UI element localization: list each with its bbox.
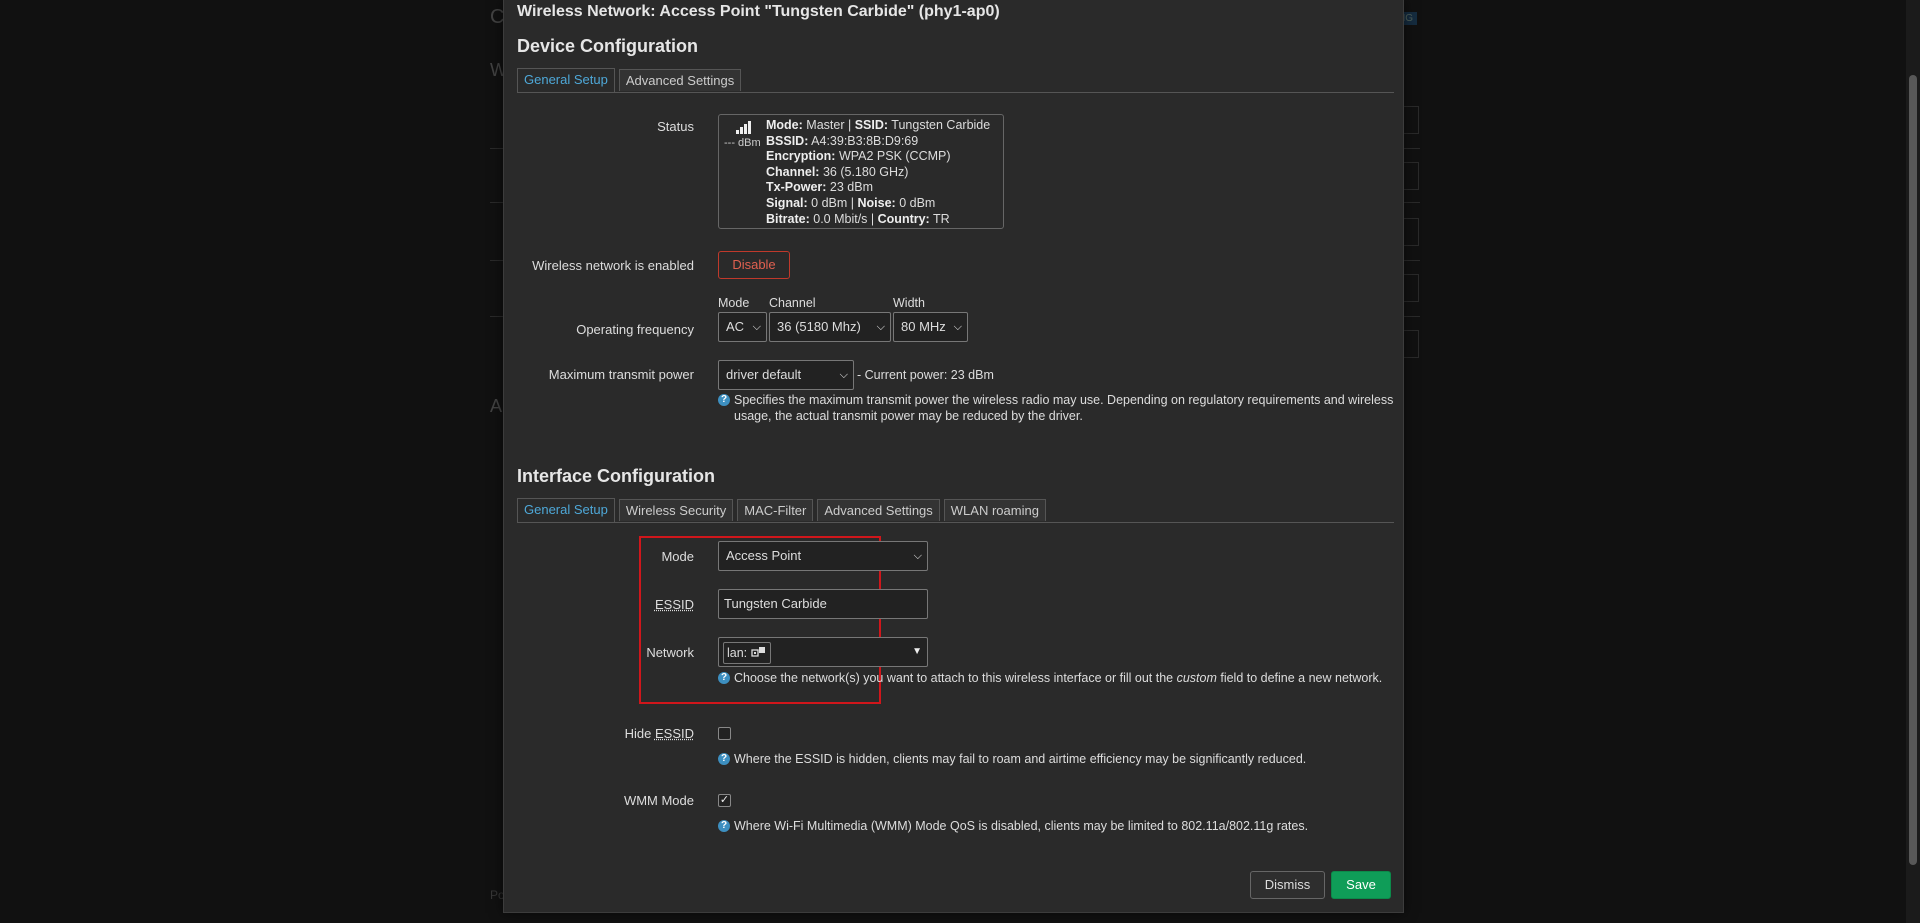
select-value: Access Point <box>726 548 802 563</box>
select-value: 80 MHz <box>901 319 946 334</box>
help-text: field to define a new network. <box>1216 671 1383 685</box>
dropdown-arrow-icon: ▼ <box>912 646 922 657</box>
status-key: Country: <box>877 211 930 226</box>
tab-mac-filter[interactable]: MAC-Filter <box>737 499 814 521</box>
status-key: Tx-Power: <box>766 180 827 195</box>
wmm-mode-label: WMM Mode <box>623 793 694 808</box>
status-details: Mode: Master | SSID: Tungsten Carbide BS… <box>766 118 991 226</box>
txpower-current: - Current power: 23 dBm <box>857 368 994 382</box>
status-key: SSID: <box>854 118 889 132</box>
network-interface-icon <box>750 647 765 657</box>
essid-input[interactable]: Tungsten Carbide <box>718 589 928 619</box>
essid-abbr: ESSID <box>654 597 694 612</box>
status-key: Signal: <box>766 195 808 210</box>
chevron-down-icon: ⌵ <box>839 369 848 381</box>
help-text: Specifies the maximum transmit power the… <box>734 393 1394 423</box>
chevron-down-icon: ⌵ <box>913 550 922 562</box>
essid-abbr: ESSID <box>654 726 694 741</box>
status-value: TR <box>932 211 950 226</box>
help-text-emphasis: custom <box>1176 671 1217 685</box>
device-configuration-heading: Device Configuration <box>517 36 699 56</box>
hide-essid-checkbox[interactable] <box>718 727 731 740</box>
help-text: Where the ESSID is hidden, clients may f… <box>734 752 1307 766</box>
help-icon: ? <box>718 753 730 765</box>
tab-device-advanced-settings[interactable]: Advanced Settings <box>618 69 742 91</box>
status-key: Bitrate: <box>766 211 810 226</box>
freq-channel-label: Channel <box>769 296 816 310</box>
tab-wlan-roaming[interactable]: WLAN roaming <box>943 499 1046 521</box>
freq-width-select[interactable]: 80 MHz ⌵ <box>893 312 968 342</box>
page-scrollbar[interactable] <box>1906 0 1920 923</box>
select-value: AC <box>726 319 745 334</box>
status-value: A4:39:B3:8B:D9:69 <box>811 133 919 148</box>
freq-width-label: Width <box>893 296 925 310</box>
enabled-label: Wireless network is enabled <box>532 258 694 273</box>
status-key: Encryption: <box>766 149 836 164</box>
select-value: 36 (5180 Mhz) <box>777 319 861 334</box>
hide-essid-label-text: Hide <box>624 726 655 741</box>
status-value: Tungsten Carbide <box>891 118 991 132</box>
freq-mode-label: Mode <box>718 296 750 310</box>
status-key: Mode: <box>766 118 803 132</box>
tab-interface-advanced-settings[interactable]: Advanced Settings <box>817 499 940 521</box>
signal-strength-icon <box>736 121 751 134</box>
status-value: 0 dBm <box>811 195 848 210</box>
help-icon: ? <box>718 672 730 684</box>
status-label: Status <box>657 119 694 134</box>
freq-channel-select[interactable]: 36 (5180 Mhz) ⌵ <box>769 312 891 342</box>
hide-essid-help: ? Where the ESSID is hidden, clients may… <box>718 752 1394 768</box>
tab-device-general-setup[interactable]: General Setup <box>517 68 615 92</box>
network-help: ? Choose the network(s) you want to atta… <box>718 671 1394 687</box>
status-key: Channel: <box>766 164 820 179</box>
background-subtitle-2: A <box>490 396 503 416</box>
interface-mode-select[interactable]: Access Point ⌵ <box>718 541 928 571</box>
interface-configuration-heading: Interface Configuration <box>517 466 716 486</box>
status-key: BSSID: <box>766 133 809 148</box>
tab-interface-general-setup[interactable]: General Setup <box>517 498 615 522</box>
chevron-down-icon: ⌵ <box>752 321 761 333</box>
txpower-label: Maximum transmit power <box>548 367 694 382</box>
txpower-help: ? Specifies the maximum transmit power t… <box>718 393 1394 424</box>
chevron-down-icon: ⌵ <box>876 321 885 333</box>
tab-wireless-security[interactable]: Wireless Security <box>618 499 734 521</box>
status-value: Master <box>806 118 845 132</box>
network-select[interactable]: lan: ▼ <box>718 637 928 667</box>
signal-dbm: --- dBm <box>724 137 761 149</box>
disable-button[interactable]: Disable <box>718 251 790 279</box>
essid-label: ESSID <box>504 597 694 612</box>
save-button[interactable]: Save <box>1331 871 1391 899</box>
chevron-down-icon: ⌵ <box>953 321 962 333</box>
wmm-help: ? Where Wi-Fi Multimedia (WMM) Mode QoS … <box>718 819 1394 835</box>
network-chip-label: lan: <box>727 646 748 660</box>
status-value: 0 dBm <box>899 195 936 210</box>
wmm-mode-checkbox[interactable]: ✓ <box>718 794 731 807</box>
help-icon: ? <box>718 394 730 406</box>
status-value: 0.0 Mbit/s <box>813 211 868 226</box>
network-label: Network <box>646 645 694 660</box>
txpower-select[interactable]: driver default ⌵ <box>718 360 854 390</box>
select-value: driver default <box>726 367 802 382</box>
network-chip: lan: <box>723 642 771 664</box>
freq-mode-select[interactable]: AC ⌵ <box>718 312 767 342</box>
status-value: 23 dBm <box>829 180 874 195</box>
help-icon: ? <box>718 820 730 832</box>
status-box: --- dBm Mode: Master | SSID: Tungsten Ca… <box>718 114 1004 229</box>
operating-frequency-label: Operating frequency <box>576 322 694 337</box>
dialog-title: Wireless Network: Access Point "Tungsten… <box>517 3 1000 20</box>
wireless-network-dialog: Wireless Network: Access Point "Tungsten… <box>503 0 1404 913</box>
dismiss-button[interactable]: Dismiss <box>1250 871 1325 899</box>
status-key: Noise: <box>857 195 896 210</box>
interface-tabs: General Setup Wireless Security MAC-Filt… <box>517 498 1394 523</box>
interface-mode-label: Mode <box>661 549 694 564</box>
scrollbar-thumb[interactable] <box>1909 75 1917 865</box>
hide-essid-label: Hide ESSID <box>504 726 694 741</box>
device-tabs: General Setup Advanced Settings <box>517 68 1394 93</box>
status-value: WPA2 PSK (CCMP) <box>838 149 951 164</box>
status-value: 36 (5.180 GHz) <box>822 164 909 179</box>
help-text: Where Wi-Fi Multimedia (WMM) Mode QoS is… <box>734 819 1309 833</box>
help-text: Choose the network(s) you want to attach… <box>734 671 1177 685</box>
